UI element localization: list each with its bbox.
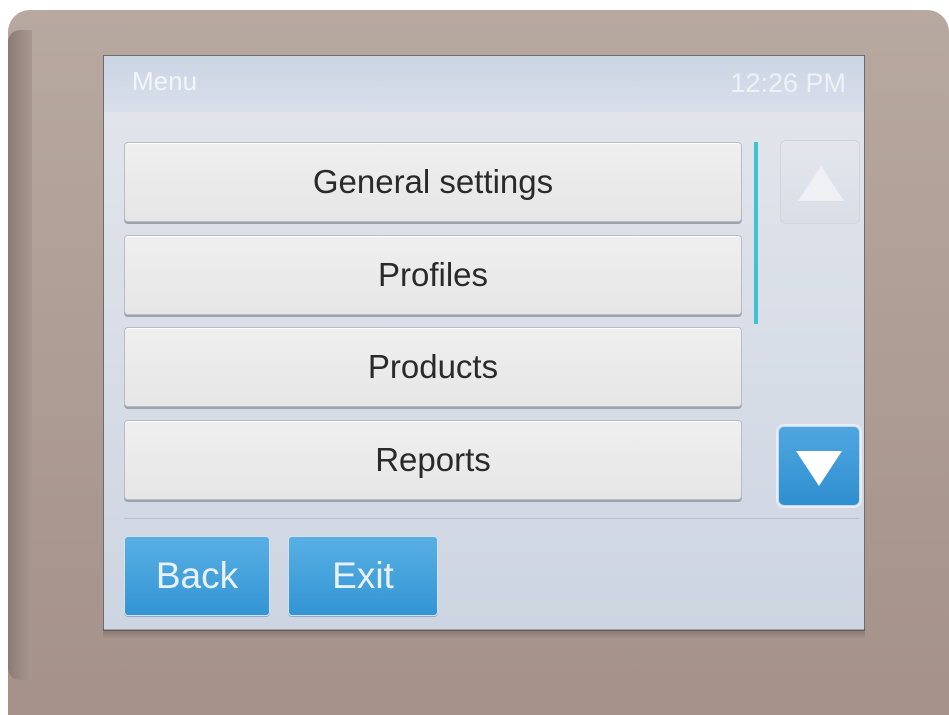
- touch-screen: Menu 12:26 PM General settings Profiles …: [103, 55, 865, 631]
- back-button-label: Back: [155, 555, 239, 596]
- menu-button-label: Profiles: [377, 256, 489, 293]
- scroll-down-button[interactable]: [778, 426, 860, 506]
- scroll-position-indicator: [754, 142, 758, 324]
- divider: [124, 518, 859, 519]
- top-bar: Menu 12:26 PM: [104, 56, 864, 112]
- exit-button-label: Exit: [332, 555, 394, 596]
- page-title: Menu: [132, 66, 198, 96]
- arrow-down-icon: [796, 451, 842, 486]
- menu-button-reports[interactable]: Reports: [124, 420, 742, 500]
- menu-button-general-settings[interactable]: General settings: [124, 142, 742, 222]
- menu-button-profiles[interactable]: Profiles: [124, 235, 742, 315]
- menu-button-label: Reports: [375, 441, 491, 478]
- menu-button-products[interactable]: Products: [124, 327, 742, 407]
- device-left-edge: [8, 30, 32, 680]
- screen-shadow: [103, 629, 865, 639]
- back-button[interactable]: Back: [124, 536, 270, 616]
- clock: 12:26 PM: [730, 68, 846, 98]
- arrow-up-icon: [798, 166, 844, 201]
- exit-button[interactable]: Exit: [288, 536, 438, 616]
- menu-button-label: Products: [367, 348, 499, 385]
- menu-button-label: General settings: [312, 163, 554, 200]
- scroll-up-button[interactable]: [780, 140, 860, 224]
